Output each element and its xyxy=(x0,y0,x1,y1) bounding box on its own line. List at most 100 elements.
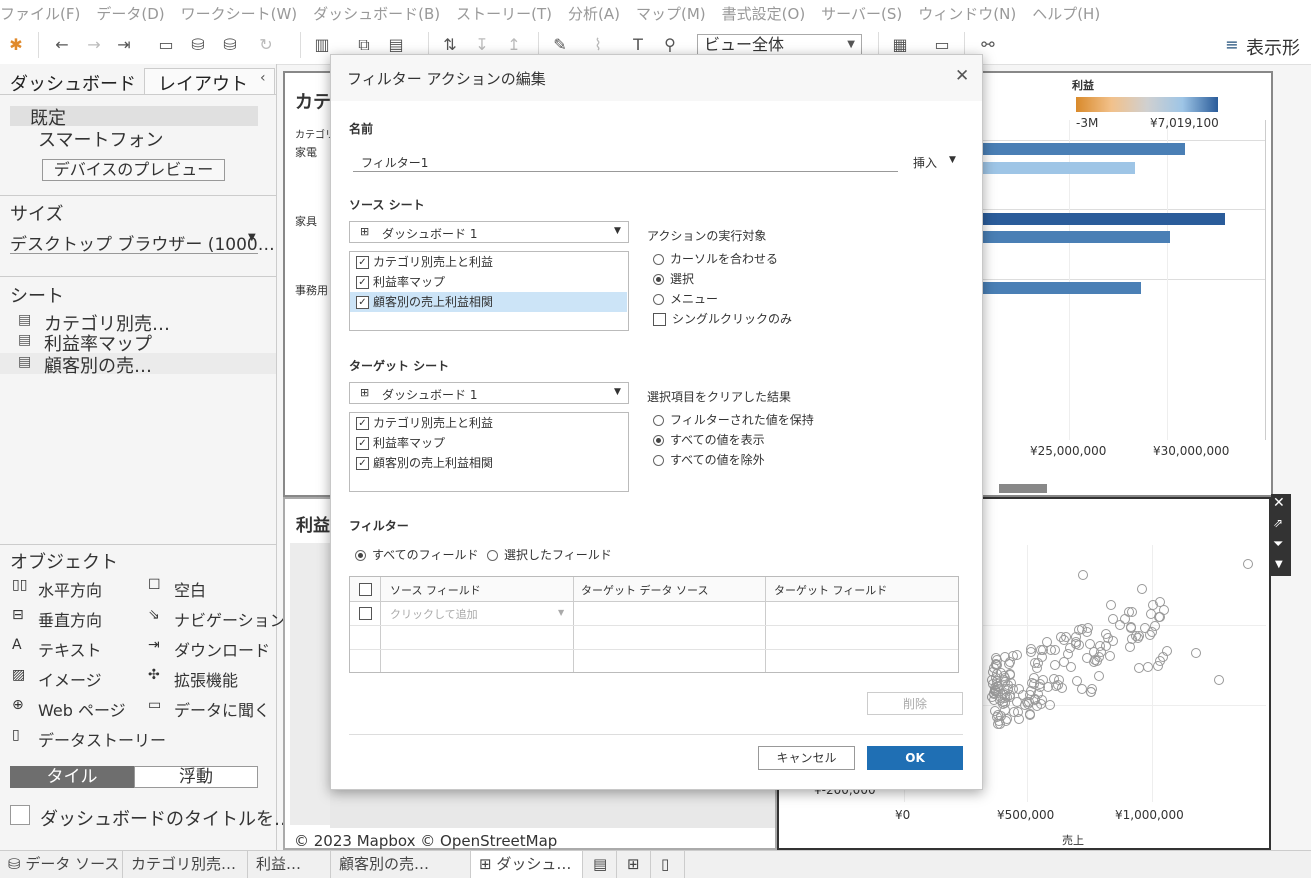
row-checkbox[interactable] xyxy=(359,607,372,620)
bar[interactable] xyxy=(981,143,1185,155)
tableau-logo-icon[interactable]: ✱ xyxy=(6,35,26,54)
ok-button[interactable]: OK xyxy=(867,746,963,770)
bar[interactable] xyxy=(981,162,1135,174)
menu-window[interactable]: ウィンドウ(N) xyxy=(918,3,1016,24)
tab-data-source[interactable]: ⛁ データ ソース xyxy=(0,851,123,878)
menu-data[interactable]: データ(D) xyxy=(96,3,164,24)
chevron-down-icon[interactable]: ▼ xyxy=(248,232,256,243)
checkbox-checked[interactable]: ✓ xyxy=(356,437,369,450)
duplicate-icon[interactable]: ⧉ xyxy=(354,35,374,55)
cancel-button[interactable]: キャンセル xyxy=(758,746,855,770)
tab-dashboard[interactable]: ダッシュボード xyxy=(10,70,136,96)
float-toggle[interactable]: 浮動 xyxy=(134,766,258,788)
new-worksheet-icon[interactable]: ▥ xyxy=(312,35,332,54)
scatter-point[interactable] xyxy=(1243,559,1253,569)
show-title-checkbox[interactable] xyxy=(10,805,30,825)
size-select[interactable]: デスクトップ ブラウザー (1000… xyxy=(10,230,275,255)
sort-desc-icon[interactable]: ↥ xyxy=(504,35,524,54)
object-data-story[interactable]: データストーリー xyxy=(38,727,166,751)
run-on-hover[interactable]: カーソルを合わせる xyxy=(653,250,778,267)
object-extension[interactable]: 拡張機能 xyxy=(174,667,238,691)
bar[interactable] xyxy=(981,231,1170,243)
show-me-icon[interactable]: ≡ xyxy=(1222,35,1242,54)
radio[interactable] xyxy=(653,415,664,426)
scatter-point[interactable] xyxy=(1154,597,1165,608)
scatter-point[interactable] xyxy=(1214,675,1224,685)
new-datasource-icon[interactable]: ⛁ xyxy=(188,35,208,54)
checkbox-checked[interactable]: ✓ xyxy=(356,276,369,289)
radio-selected[interactable] xyxy=(653,274,664,285)
chevron-down-icon[interactable]: ▼ xyxy=(949,155,956,165)
scatter-point[interactable] xyxy=(1125,642,1135,652)
object-text[interactable]: テキスト xyxy=(38,637,102,661)
clear-sheet-icon[interactable]: ▤ xyxy=(386,35,406,54)
redo-icon[interactable]: → xyxy=(84,35,104,54)
scatter-point[interactable] xyxy=(992,654,1003,665)
scatter-point[interactable] xyxy=(1191,648,1201,658)
insert-button[interactable]: 挿入 xyxy=(913,154,937,171)
radio[interactable] xyxy=(487,550,498,561)
close-icon[interactable]: ✕ xyxy=(955,66,969,86)
scatter-point[interactable] xyxy=(1024,709,1035,720)
object-webpage[interactable]: Web ページ xyxy=(38,697,126,721)
highlight-icon[interactable]: ✎ xyxy=(550,35,570,54)
object-blank[interactable]: 空白 xyxy=(174,577,206,601)
menu-story[interactable]: ストーリー(T) xyxy=(456,3,552,24)
scatter-point[interactable] xyxy=(1142,661,1153,672)
scatter-point[interactable] xyxy=(1137,584,1147,594)
list-item[interactable]: ✓ 利益率マップ xyxy=(350,272,627,292)
checkbox-checked[interactable]: ✓ xyxy=(356,256,369,269)
checkbox-checked[interactable]: ✓ xyxy=(356,296,369,309)
object-vertical[interactable]: 垂直方向 xyxy=(38,607,102,631)
scatter-point[interactable] xyxy=(1100,628,1111,639)
single-click-option[interactable]: シングルクリックのみ xyxy=(653,310,792,327)
new-dashboard-tab[interactable]: ⊞ xyxy=(617,851,651,878)
list-item[interactable]: ✓ 利益率マップ xyxy=(350,433,627,453)
group-icon[interactable]: ⌇ xyxy=(588,35,608,54)
bar[interactable] xyxy=(981,213,1225,225)
scatter-point[interactable] xyxy=(1055,631,1066,642)
checkbox-checked[interactable]: ✓ xyxy=(356,417,369,430)
object-download[interactable]: ダウンロード xyxy=(174,637,270,661)
swap-icon[interactable]: ⇅ xyxy=(440,35,460,54)
go-to-sheet-icon[interactable]: ⇗ xyxy=(1273,516,1283,530)
scatter-point[interactable] xyxy=(1125,623,1136,634)
pin-icon[interactable]: ⚲ xyxy=(660,35,680,54)
scatter-point[interactable] xyxy=(1106,600,1116,610)
selected-fields-option[interactable]: 選択したフィールド xyxy=(487,546,612,563)
scatter-point[interactable] xyxy=(1052,679,1063,690)
scatter-point[interactable] xyxy=(999,670,1010,681)
sheet-item[interactable]: 顧客別の売… xyxy=(44,352,152,378)
scatter-point[interactable] xyxy=(1044,700,1055,711)
new-worksheet-tab[interactable]: ▤ xyxy=(583,851,617,878)
click-to-add-field[interactable]: クリックして追加 xyxy=(390,606,478,622)
delete-button[interactable]: 削除 xyxy=(867,692,963,715)
device-phone[interactable]: スマートフォン xyxy=(38,126,163,152)
bar[interactable] xyxy=(981,282,1141,294)
run-on-select[interactable]: 選択 xyxy=(653,270,694,287)
object-navigation[interactable]: ナビゲーション xyxy=(174,607,286,631)
share-icon[interactable]: ⚯ xyxy=(978,35,998,54)
pause-update-icon[interactable]: ⛁ xyxy=(220,35,240,54)
tab-dashboard-active[interactable]: ⊞ ダッシュ… xyxy=(471,851,583,878)
tab-sheet[interactable]: カテゴリ別売… xyxy=(123,851,248,878)
select-all-checkbox[interactable] xyxy=(359,583,372,596)
scatter-point[interactable] xyxy=(1050,659,1061,670)
source-select[interactable]: ⊞ ダッシュボード 1 ▼ xyxy=(349,221,629,243)
scatter-point[interactable] xyxy=(992,687,1003,698)
menu-dashboard[interactable]: ダッシュボード(B) xyxy=(313,3,440,24)
menu-map[interactable]: マップ(M) xyxy=(636,3,706,24)
menu-analysis[interactable]: 分析(A) xyxy=(568,3,620,24)
scatter-point[interactable] xyxy=(1149,620,1160,631)
menu-help[interactable]: ヘルプ(H) xyxy=(1032,3,1100,24)
scatter-point[interactable] xyxy=(989,705,1000,716)
scatter-point[interactable] xyxy=(1088,646,1099,657)
scatter-point[interactable] xyxy=(1011,650,1022,661)
target-select[interactable]: ⊞ ダッシュボード 1 ▼ xyxy=(349,382,629,404)
new-story-tab[interactable]: ▯ xyxy=(651,851,685,878)
scatter-point[interactable] xyxy=(986,674,997,685)
clear-exclude-all[interactable]: すべての値を除外 xyxy=(653,451,765,468)
name-input[interactable]: フィルター1 xyxy=(361,154,428,171)
presentation-icon[interactable]: ▭ xyxy=(932,35,952,54)
tab-sheet[interactable]: 顧客別の売… xyxy=(331,851,471,878)
